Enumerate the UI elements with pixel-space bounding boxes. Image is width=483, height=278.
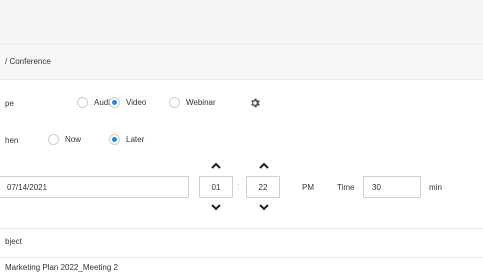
- time-separator: :: [237, 182, 240, 191]
- date-input[interactable]: [0, 176, 189, 198]
- radio-later[interactable]: Later: [109, 134, 144, 145]
- radio-webinar-circle[interactable]: [169, 97, 180, 108]
- radio-now-label: Now: [65, 135, 82, 144]
- minute-input[interactable]: [246, 176, 280, 198]
- radio-audio-circle[interactable]: [77, 97, 88, 108]
- subject-text[interactable]: Marketing Plan 2022_Meeting 2: [5, 263, 118, 272]
- when-label: hen: [5, 136, 19, 145]
- radio-webinar[interactable]: Webinar: [169, 97, 216, 108]
- duration-input[interactable]: [363, 176, 421, 198]
- divider: [0, 228, 483, 229]
- subject-label: bject: [5, 237, 22, 246]
- radio-later-circle[interactable]: [109, 134, 120, 145]
- top-bar: [0, 0, 483, 45]
- minute-down-chevron-icon[interactable]: [258, 203, 270, 211]
- minute-up-chevron-icon[interactable]: [258, 162, 270, 170]
- hour-down-chevron-icon[interactable]: [210, 203, 222, 211]
- duration-label: Time: [337, 183, 355, 192]
- hour-up-chevron-icon[interactable]: [210, 162, 222, 170]
- radio-video[interactable]: Video: [109, 97, 146, 108]
- duration-unit: min: [429, 183, 442, 192]
- gear-icon[interactable]: [249, 97, 261, 109]
- radio-video-label: Video: [126, 98, 147, 107]
- radio-webinar-label: Webinar: [186, 98, 216, 107]
- hour-input[interactable]: [199, 176, 233, 198]
- radio-video-circle[interactable]: [109, 97, 120, 108]
- section-title: / Conference: [5, 57, 51, 66]
- ampm-toggle[interactable]: PM: [302, 183, 314, 192]
- radio-later-label: Later: [126, 135, 145, 144]
- type-label: pe: [5, 99, 14, 108]
- radio-now[interactable]: Now: [48, 134, 81, 145]
- radio-now-circle[interactable]: [48, 134, 59, 145]
- section-header: [0, 45, 483, 80]
